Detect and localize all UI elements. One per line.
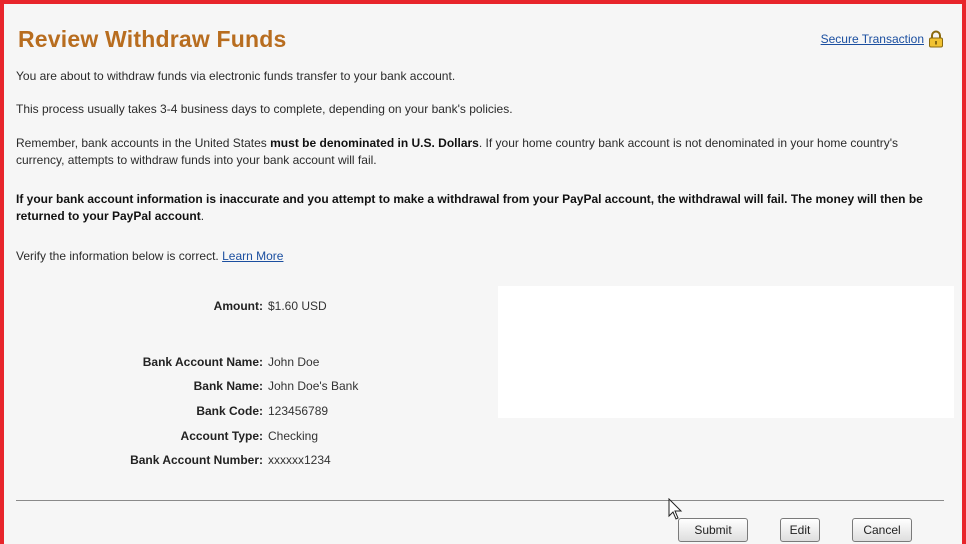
- window-frame: Review Withdraw Funds Secure Transaction…: [0, 0, 966, 544]
- account-type-label: Account Type:: [180, 429, 263, 443]
- account-type-row: Account Type: Checking: [8, 428, 448, 444]
- bank-code-value: 123456789: [268, 404, 329, 418]
- review-panel: Review Withdraw Funds Secure Transaction…: [8, 8, 958, 544]
- verify-text: Verify the information below is correct.: [16, 249, 223, 263]
- currency-notice-prefix: Remember, bank accounts in the United St…: [16, 136, 271, 150]
- intro-paragraph-2: This process usually takes 3-4 business …: [16, 102, 513, 116]
- footer-divider: [16, 500, 944, 501]
- secure-transaction-link[interactable]: Secure Transaction: [821, 32, 924, 46]
- bank-account-name-label: Bank Account Name:: [142, 355, 263, 369]
- bank-name-label: Bank Name:: [193, 379, 263, 393]
- bank-account-name-value: John Doe: [268, 355, 320, 369]
- currency-notice-bold: must be denominated in U.S. Dollars: [270, 136, 479, 150]
- verify-line: Verify the information below is correct.…: [16, 248, 938, 265]
- bank-account-number-row: Bank Account Number: xxxxxx1234: [8, 452, 448, 468]
- bank-account-number-label: Bank Account Number:: [130, 453, 263, 467]
- lock-icon: [928, 30, 944, 48]
- amount-value: $1.60 USD: [268, 299, 327, 313]
- accuracy-warning: If your bank account information is inac…: [16, 191, 938, 225]
- bank-code-label: Bank Code:: [196, 404, 263, 418]
- learn-more-link[interactable]: Learn More: [222, 249, 283, 263]
- edit-button[interactable]: Edit: [780, 518, 820, 542]
- accuracy-warning-text: If your bank account information is inac…: [16, 192, 923, 223]
- submit-button[interactable]: Submit: [678, 518, 748, 542]
- currency-notice: Remember, bank accounts in the United St…: [16, 135, 938, 169]
- bank-account-number-value: xxxxxx1234: [268, 453, 331, 467]
- cancel-button[interactable]: Cancel: [852, 518, 912, 542]
- page-title: Review Withdraw Funds: [18, 26, 287, 52]
- bank-name-row: Bank Name: John Doe's Bank: [8, 378, 448, 394]
- amount-label: Amount:: [213, 299, 263, 313]
- bank-code-row: Bank Code: 123456789: [8, 403, 448, 419]
- secure-transaction: Secure Transaction: [821, 30, 944, 48]
- intro-paragraph-1: You are about to withdraw funds via elec…: [16, 69, 456, 83]
- bank-account-name-row: Bank Account Name: John Doe: [8, 354, 448, 370]
- amount-row: Amount: $1.60 USD: [8, 298, 448, 314]
- mouse-pointer-icon: [668, 497, 684, 522]
- account-type-value: Checking: [268, 429, 319, 443]
- bank-name-value: John Doe's Bank: [268, 379, 359, 393]
- accuracy-warning-suffix: .: [200, 209, 205, 223]
- blank-panel: [498, 286, 954, 418]
